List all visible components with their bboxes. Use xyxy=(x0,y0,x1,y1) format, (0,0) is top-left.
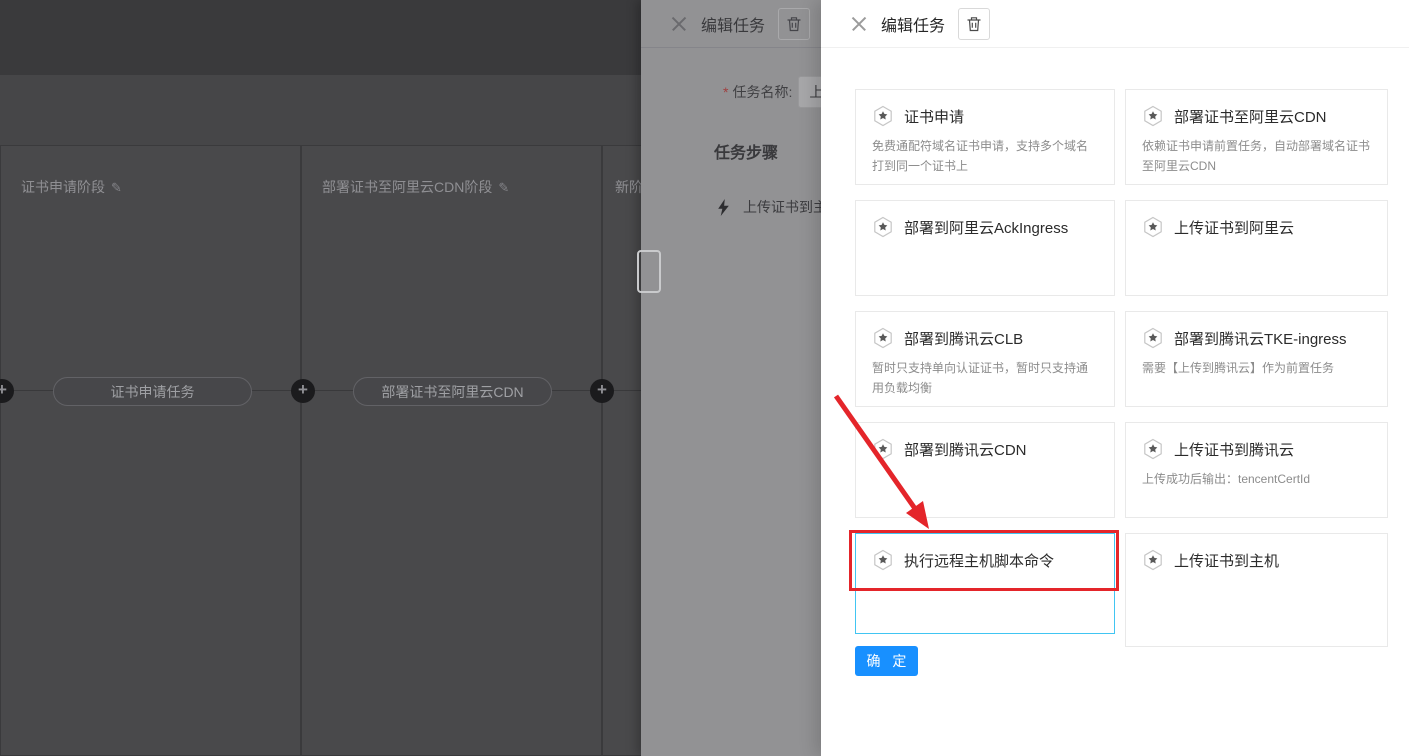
drawer-header: 编辑任务 xyxy=(641,0,821,48)
task-type-card-header: 上传证书到主机 xyxy=(1142,549,1371,571)
task-type-card-header: 部署证书至阿里云CDN xyxy=(1142,105,1371,127)
task-type-title: 上传证书到腾讯云 xyxy=(1174,439,1294,460)
task-type-grid: 证书申请 免费通配符域名证书申请，支持多个域名打到同一个证书上 部署证书至阿里云… xyxy=(855,89,1388,647)
edit-pencil-icon[interactable]: ✎ xyxy=(498,180,509,195)
task-type-title: 部署到阿里云AckIngress xyxy=(904,217,1068,238)
drawer-header: 编辑任务 xyxy=(821,0,1409,48)
close-icon[interactable] xyxy=(671,16,687,32)
trash-icon xyxy=(966,16,982,32)
task-type-description: 依赖证书申请前置任务，自动部署域名证书至阿里云CDN xyxy=(1142,136,1371,176)
required-mark: * xyxy=(723,84,728,100)
hexagon-badge-icon xyxy=(1142,105,1164,127)
hexagon-badge-icon xyxy=(1142,549,1164,571)
task-type-card[interactable]: 部署到腾讯云TKE-ingress 需要【上传到腾讯云】作为前置任务 xyxy=(1125,311,1388,407)
task-type-card[interactable]: 部署到腾讯云CLB 暂时只支持单向认证证书，暂时只支持通用负载均衡 xyxy=(855,311,1115,407)
add-task-button[interactable]: + xyxy=(291,379,315,403)
hexagon-badge-icon xyxy=(1142,216,1164,238)
task-node-deploy-cdn[interactable]: 部署证书至阿里云CDN xyxy=(353,377,552,406)
task-name-input[interactable]: 上 xyxy=(798,76,821,108)
task-type-title: 部署证书至阿里云CDN xyxy=(1174,106,1327,127)
task-type-card-selected[interactable]: 执行远程主机脚本命令 xyxy=(855,533,1115,634)
task-type-card-header: 部署到阿里云AckIngress xyxy=(872,216,1098,238)
task-type-title: 证书申请 xyxy=(904,106,964,127)
confirm-button[interactable]: 确 定 xyxy=(855,646,918,676)
stage-column-2: 部署证书至阿里云CDN阶段 ✎ xyxy=(301,145,602,756)
delete-task-button[interactable] xyxy=(778,8,810,40)
hexagon-badge-icon xyxy=(872,105,894,127)
task-type-card[interactable]: 部署证书至阿里云CDN 依赖证书申请前置任务，自动部署域名证书至阿里云CDN xyxy=(1125,89,1388,185)
lightning-icon xyxy=(717,199,730,216)
task-step-label: 上传证书到主 xyxy=(743,197,821,217)
task-type-card-header: 部署到腾讯云CDN xyxy=(872,438,1098,460)
clipped-form-field xyxy=(637,250,661,293)
trash-icon xyxy=(786,16,802,32)
task-type-card-header: 部署到腾讯云CLB xyxy=(872,327,1098,349)
hexagon-badge-icon xyxy=(872,438,894,460)
edit-task-drawer-dimmed: 编辑任务 * 任务名称: 上 任务步骤 上传证书到主 xyxy=(641,0,821,756)
stage-title: 部署证书至阿里云CDN阶段 ✎ xyxy=(322,177,509,197)
drawer-title: 编辑任务 xyxy=(701,12,765,36)
task-type-title: 部署到腾讯云CLB xyxy=(904,328,1023,349)
edit-task-drawer: 编辑任务 证书申请 免费通配符域名证书申请，支持多个域名打到同一个证书上 部署证… xyxy=(821,0,1409,756)
task-type-card[interactable]: 部署到阿里云AckIngress xyxy=(855,200,1115,296)
delete-task-button[interactable] xyxy=(958,8,990,40)
drawer-title: 编辑任务 xyxy=(881,12,945,36)
task-type-card[interactable]: 上传证书到阿里云 xyxy=(1125,200,1388,296)
stage-title-text: 证书申请阶段 xyxy=(21,179,105,195)
task-type-card-header: 证书申请 xyxy=(872,105,1098,127)
task-name-label: 任务名称: xyxy=(732,82,792,102)
task-type-description: 需要【上传到腾讯云】作为前置任务 xyxy=(1142,358,1371,378)
task-type-title: 部署到腾讯云CDN xyxy=(904,439,1027,460)
edit-pencil-icon[interactable]: ✎ xyxy=(111,180,122,195)
task-type-title: 执行远程主机脚本命令 xyxy=(904,550,1054,571)
task-steps-heading: 任务步骤 xyxy=(714,139,778,163)
hexagon-badge-icon xyxy=(1142,438,1164,460)
task-type-description: 免费通配符域名证书申请，支持多个域名打到同一个证书上 xyxy=(872,136,1098,176)
hexagon-badge-icon xyxy=(872,549,894,571)
hexagon-badge-icon xyxy=(872,216,894,238)
task-step-item[interactable]: 上传证书到主 xyxy=(717,197,821,217)
stage-title-text: 部署证书至阿里云CDN阶段 xyxy=(322,179,492,195)
task-type-card-header: 上传证书到阿里云 xyxy=(1142,216,1371,238)
task-name-row: * 任务名称: 上 xyxy=(641,76,821,108)
task-type-card[interactable]: 部署到腾讯云CDN xyxy=(855,422,1115,518)
task-type-title: 上传证书到阿里云 xyxy=(1174,217,1294,238)
hexagon-badge-icon xyxy=(1142,327,1164,349)
stage-title: 证书申请阶段 ✎ xyxy=(21,177,122,197)
task-type-description: 暂时只支持单向认证证书，暂时只支持通用负载均衡 xyxy=(872,358,1098,398)
close-icon[interactable] xyxy=(851,16,867,32)
task-type-title: 上传证书到主机 xyxy=(1174,550,1279,571)
task-node-cert-request[interactable]: 证书申请任务 xyxy=(53,377,252,406)
task-type-card-header: 执行远程主机脚本命令 xyxy=(872,549,1098,571)
hexagon-badge-icon xyxy=(872,327,894,349)
task-type-card-header: 部署到腾讯云TKE-ingress xyxy=(1142,327,1371,349)
task-type-title: 部署到腾讯云TKE-ingress xyxy=(1174,328,1347,349)
task-type-card-header: 上传证书到腾讯云 xyxy=(1142,438,1371,460)
task-type-description: 上传成功后输出：tencentCertId xyxy=(1142,469,1371,489)
task-type-card[interactable]: 上传证书到腾讯云 上传成功后输出：tencentCertId xyxy=(1125,422,1388,518)
add-task-button[interactable]: + xyxy=(590,379,614,403)
task-type-card[interactable]: 上传证书到主机 xyxy=(1125,533,1388,647)
stage-column-1: 证书申请阶段 ✎ xyxy=(0,145,301,756)
task-type-card[interactable]: 证书申请 免费通配符域名证书申请，支持多个域名打到同一个证书上 xyxy=(855,89,1115,185)
